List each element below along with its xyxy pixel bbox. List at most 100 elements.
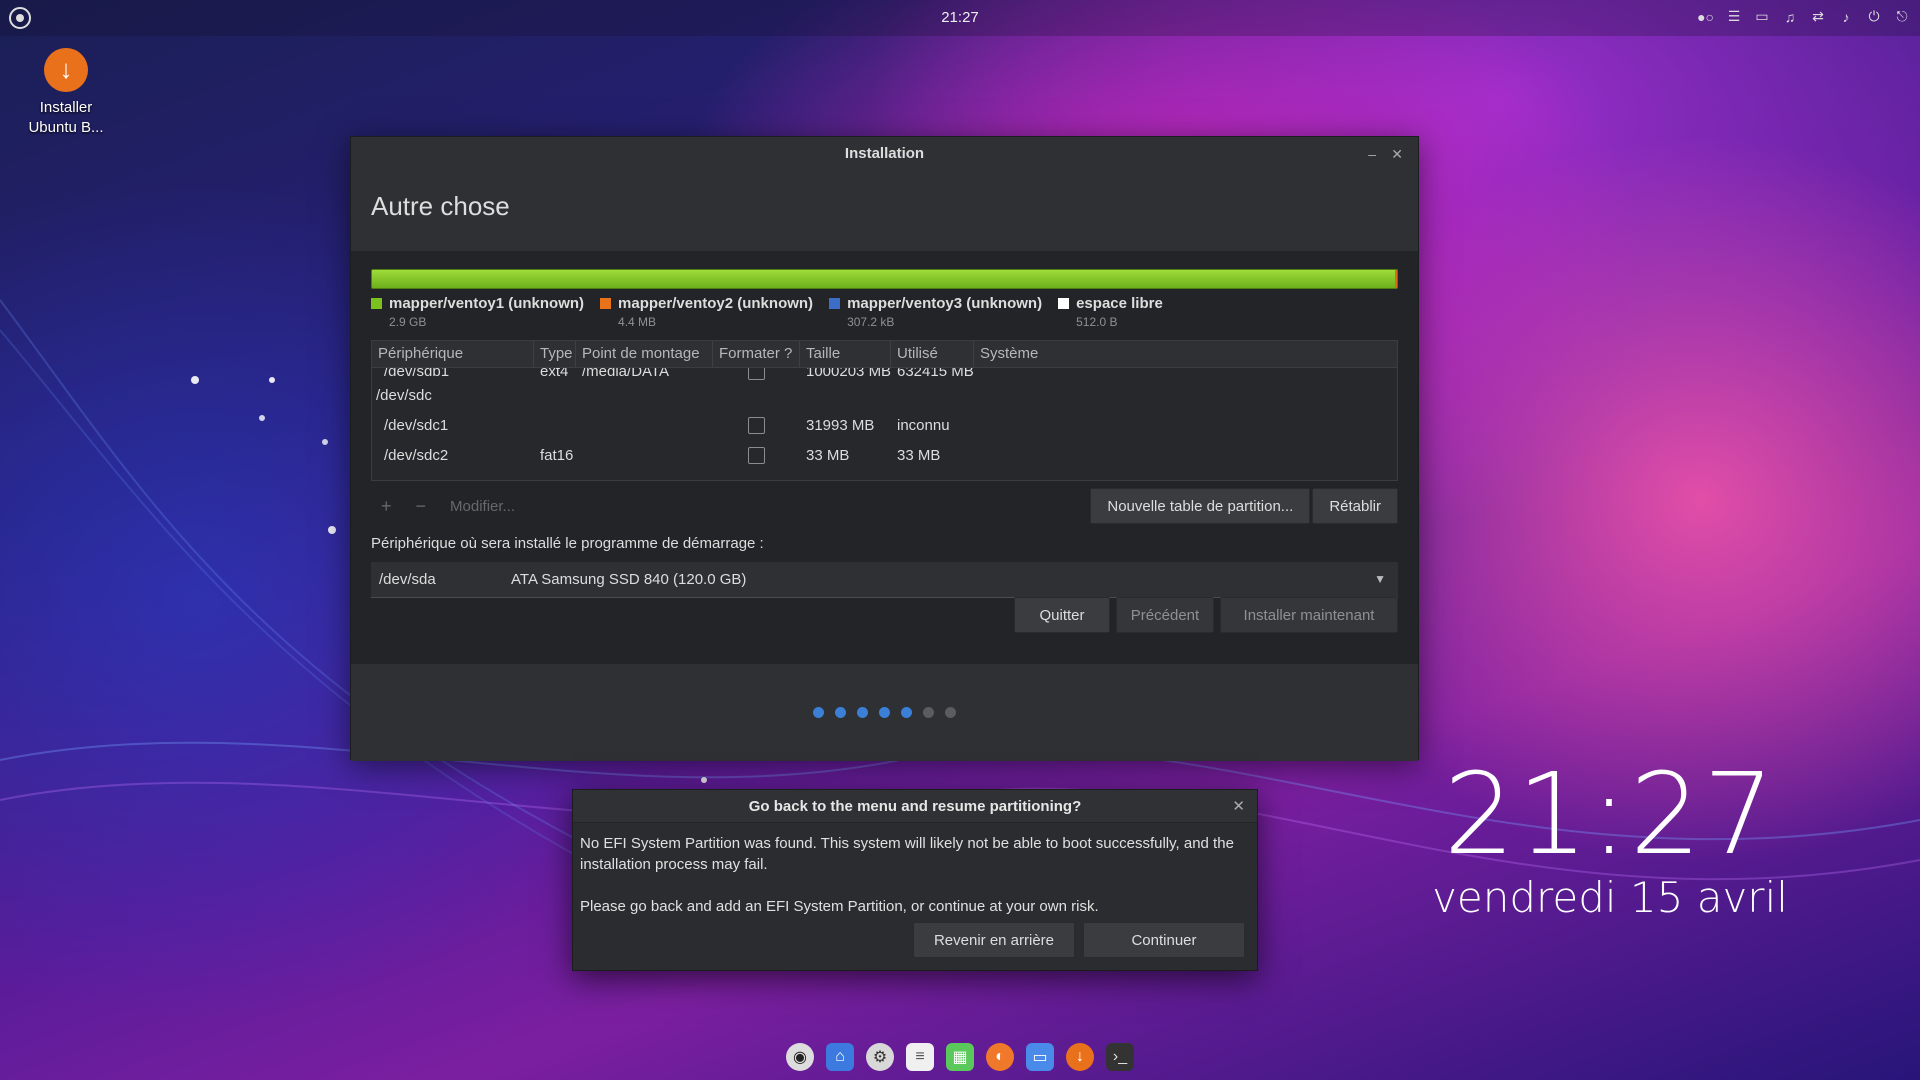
bootloader-description: ATA Samsung SSD 840 (120.0 GB) xyxy=(511,571,747,588)
partition-bar xyxy=(371,269,1398,289)
legend-name: mapper/ventoy2 (unknown) xyxy=(618,295,814,312)
legend-size: 4.4 MB xyxy=(618,315,657,329)
system-tray: ●○ ☰ ▭ ♫ ⇄ ♪ ⏻ ⎋ xyxy=(1697,8,1910,25)
logout-icon[interactable]: ⎋ xyxy=(1894,8,1910,25)
panel-clock[interactable]: 21:27 xyxy=(0,9,1920,26)
step-dot xyxy=(835,707,846,718)
legend-item: mapper/ventoy3 (unknown) 307.2 kB xyxy=(829,295,1042,335)
quit-button[interactable]: Quitter xyxy=(1014,597,1110,633)
chevron-down-icon: ▼ xyxy=(1374,572,1386,586)
window-title: Installation xyxy=(844,145,925,162)
legend-item: mapper/ventoy2 (unknown) 4.4 MB xyxy=(600,295,813,335)
store-icon[interactable]: ⌂ xyxy=(826,1043,854,1071)
desktop-icon-label: Installer Ubuntu B... xyxy=(28,99,104,136)
toggle-dots-icon[interactable]: ●○ xyxy=(1697,9,1714,25)
step-dot xyxy=(901,707,912,718)
cell-device: /dev/sdc xyxy=(376,386,432,404)
step-dot xyxy=(879,707,890,718)
cell-mount: /media/DATA xyxy=(582,368,669,380)
settings-icon[interactable]: ⚙ xyxy=(866,1043,894,1071)
close-icon[interactable]: ✕ xyxy=(1232,790,1245,823)
cell-format xyxy=(713,446,800,464)
table-row[interactable]: /dev/sdc xyxy=(372,380,1397,410)
bootloader-device: /dev/sda xyxy=(379,571,436,588)
cell-type: ext4 xyxy=(540,368,569,380)
volume-icon[interactable]: ♪ xyxy=(1838,9,1854,25)
bootloader-select[interactable]: /dev/sda ATA Samsung SSD 840 (120.0 GB) … xyxy=(371,562,1398,598)
format-checkbox[interactable] xyxy=(748,416,765,434)
legend-size: 2.9 GB xyxy=(389,315,427,329)
column-header[interactable]: Type xyxy=(534,341,576,367)
dialog-buttons: Revenir en arrière Continuer xyxy=(913,922,1245,958)
dialog-title: Go back to the menu and resume partition… xyxy=(748,798,1082,815)
format-checkbox[interactable] xyxy=(748,368,765,380)
dialog-message: No EFI System Partition was found. This … xyxy=(580,835,1234,873)
desktop-clock: 21:27 xyxy=(1443,750,1777,880)
dialog-titlebar[interactable]: Go back to the menu and resume partition… xyxy=(573,790,1257,823)
power-icon[interactable]: ⏻ xyxy=(1866,8,1882,25)
cell-size: 33 MB xyxy=(806,446,850,464)
firefox-icon[interactable]: ◐ xyxy=(986,1043,1014,1071)
efi-warning-dialog: Go back to the menu and resume partition… xyxy=(572,789,1258,971)
text-editor-icon[interactable]: ≡ xyxy=(906,1043,934,1071)
column-header[interactable]: Système xyxy=(974,341,1397,367)
close-icon[interactable]: ✕ xyxy=(1391,137,1403,171)
terminal-icon[interactable]: ›_ xyxy=(1106,1043,1134,1071)
cell-format xyxy=(713,416,800,434)
continue-button[interactable]: Continuer xyxy=(1083,922,1245,958)
partition-table[interactable]: Périphérique Type Point de montage Forma… xyxy=(371,340,1398,481)
legend-item: espace libre 512.0 B xyxy=(1058,295,1163,335)
desktop-date: vendredi 15 avril xyxy=(1432,873,1788,922)
bell-icon[interactable]: ♫ xyxy=(1782,9,1798,25)
step-dot xyxy=(923,707,934,718)
top-panel: 21:27 ●○ ☰ ▭ ♫ ⇄ ♪ ⏻ ⎋ xyxy=(0,0,1920,36)
menu-icon[interactable]: ☰ xyxy=(1726,8,1742,25)
dialog-body: No EFI System Partition was found. This … xyxy=(573,823,1257,917)
legend-swatch xyxy=(829,298,841,309)
column-header[interactable]: Utilisé xyxy=(891,341,974,367)
back-button[interactable]: Précédent xyxy=(1116,597,1214,633)
revert-button[interactable]: Rétablir xyxy=(1312,488,1398,524)
files-icon[interactable]: ▭ xyxy=(1026,1043,1054,1071)
table-row[interactable]: /dev/sdb1 ext4 /media/DATA 1000203 MB 63… xyxy=(372,368,1397,380)
legend-swatch xyxy=(371,298,382,309)
partition-bar-tail xyxy=(1395,270,1397,288)
cell-type: fat16 xyxy=(540,446,574,464)
remove-partition-button[interactable]: − xyxy=(416,496,427,517)
legend-name: mapper/ventoy3 (unknown) xyxy=(847,295,1043,312)
format-checkbox[interactable] xyxy=(748,446,765,464)
cell-device: /dev/sdc2 xyxy=(384,446,449,464)
spreadsheet-icon[interactable]: ▦ xyxy=(946,1043,974,1071)
minimize-icon[interactable]: – xyxy=(1368,137,1376,171)
new-partition-table-button[interactable]: Nouvelle table de partition... xyxy=(1090,488,1311,524)
table-row[interactable]: /dev/sdc2 fat16 33 MB 33 MB xyxy=(372,440,1397,470)
cell-used: 33 MB xyxy=(897,446,941,464)
installer-icon: ↓ xyxy=(44,48,88,92)
step-dot xyxy=(813,707,824,718)
bootloader-label: Périphérique où sera installé le program… xyxy=(371,535,764,552)
column-header[interactable]: Formater ? xyxy=(713,341,800,367)
budgie-logo-icon[interactable]: ◉ xyxy=(786,1043,814,1071)
step-dot xyxy=(945,707,956,718)
cell-device: /dev/sdc1 xyxy=(384,416,449,434)
installer-icon[interactable]: ↓ xyxy=(1066,1043,1094,1071)
legend-name: mapper/ventoy1 (unknown) xyxy=(389,295,585,312)
install-now-button[interactable]: Installer maintenant xyxy=(1220,597,1398,633)
desktop-icon-installer[interactable]: ↓ Installer Ubuntu B... xyxy=(14,48,118,138)
column-header[interactable]: Point de montage xyxy=(576,341,713,367)
cell-size: 31993 MB xyxy=(806,416,875,434)
installer-window: Installation – ✕ Autre chose mapper/vent… xyxy=(350,136,1419,761)
table-header: Périphérique Type Point de montage Forma… xyxy=(372,341,1397,368)
navigation-buttons: Quitter Précédent Installer maintenant xyxy=(1014,597,1398,633)
folder-icon[interactable]: ▭ xyxy=(1754,8,1770,25)
go-back-button[interactable]: Revenir en arrière xyxy=(913,922,1075,958)
column-header[interactable]: Taille xyxy=(800,341,891,367)
window-titlebar[interactable]: Installation – ✕ xyxy=(351,137,1418,171)
column-header[interactable]: Périphérique xyxy=(372,341,534,367)
table-row[interactable]: /dev/sdc1 31993 MB inconnu xyxy=(372,410,1397,440)
legend-size: 307.2 kB xyxy=(847,315,895,329)
add-partition-button[interactable]: + xyxy=(381,496,392,517)
cell-used: 632415 MB xyxy=(897,368,974,380)
modify-partition-button[interactable]: Modifier... xyxy=(450,498,515,515)
network-icon[interactable]: ⇄ xyxy=(1810,8,1826,25)
